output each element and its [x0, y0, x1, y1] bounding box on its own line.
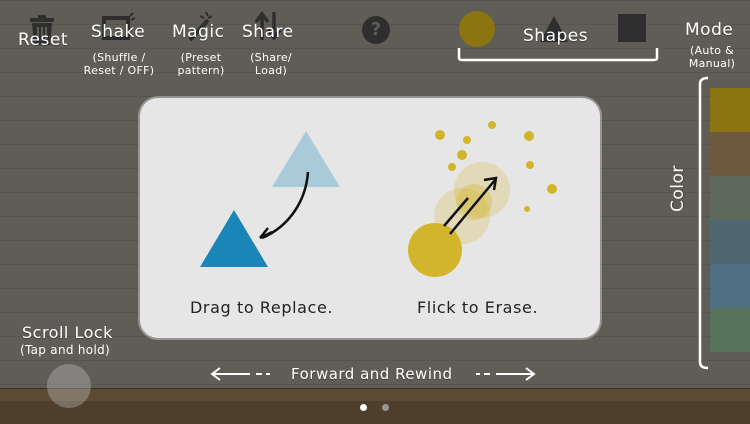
shapes-bracket: [457, 48, 659, 62]
shape-circle-button[interactable]: [459, 11, 495, 47]
mode-sub1: (Auto &: [689, 44, 734, 57]
page-dot-active[interactable]: [360, 404, 367, 411]
magic-label: Magic: [172, 22, 225, 42]
color-bracket: [698, 76, 709, 370]
tutorial-card: Drag to Replace. Flick to Erase.: [140, 98, 600, 338]
shapes-label: Shapes: [523, 26, 589, 46]
mode-sub2: Manual): [688, 57, 736, 70]
magic-sub2: pattern): [177, 64, 225, 77]
shake-button[interactable]: Shake (Shuffle / Reset / OFF): [82, 8, 156, 83]
shake-sub1: (Shuffle /: [92, 51, 146, 64]
help-icon: ?: [370, 19, 382, 40]
magic-button[interactable]: Magic (Preset pattern): [170, 8, 232, 83]
palette-swatch[interactable]: [710, 88, 750, 132]
color-palette[interactable]: [710, 88, 750, 358]
rewind-arrow-icon: [210, 367, 270, 381]
flick-caption: Flick to Erase.: [417, 298, 539, 317]
palette-swatch[interactable]: [710, 264, 750, 308]
shake-sub2: Reset / OFF): [83, 64, 155, 77]
scroll-lock-label: Scroll Lock: [22, 323, 113, 342]
share-sub2: Load): [254, 64, 288, 77]
palette-swatch[interactable]: [710, 132, 750, 176]
dark-triangle: [200, 210, 268, 267]
page-dot[interactable]: [382, 404, 389, 411]
magic-sub1: (Preset: [180, 51, 222, 64]
forward-rewind-label[interactable]: Forward and Rewind: [291, 365, 453, 383]
share-sub1: (Share/: [250, 51, 292, 64]
floor-strip: [0, 388, 750, 424]
palette-swatch[interactable]: [710, 176, 750, 220]
share-label: Share: [242, 22, 294, 42]
mode-button[interactable]: Mode (Auto & Manual): [680, 20, 744, 75]
palette-swatch[interactable]: [710, 220, 750, 264]
scroll-lock-button[interactable]: [47, 364, 91, 408]
shape-square-button[interactable]: [618, 14, 646, 42]
help-button[interactable]: ?: [362, 16, 390, 44]
palette-swatch[interactable]: [710, 308, 750, 352]
shake-label: Shake: [91, 22, 146, 42]
mode-label: Mode: [685, 20, 734, 40]
reset-label: Reset: [18, 30, 68, 50]
light-triangle: [272, 131, 340, 187]
reset-button[interactable]: Reset: [18, 8, 78, 58]
color-label: Color: [668, 165, 688, 212]
forward-arrow-icon: [476, 367, 536, 381]
scroll-lock-sub: (Tap and hold): [20, 343, 110, 357]
share-button[interactable]: Share (Share/ Load): [240, 8, 302, 83]
drag-caption: Drag to Replace.: [190, 298, 334, 317]
